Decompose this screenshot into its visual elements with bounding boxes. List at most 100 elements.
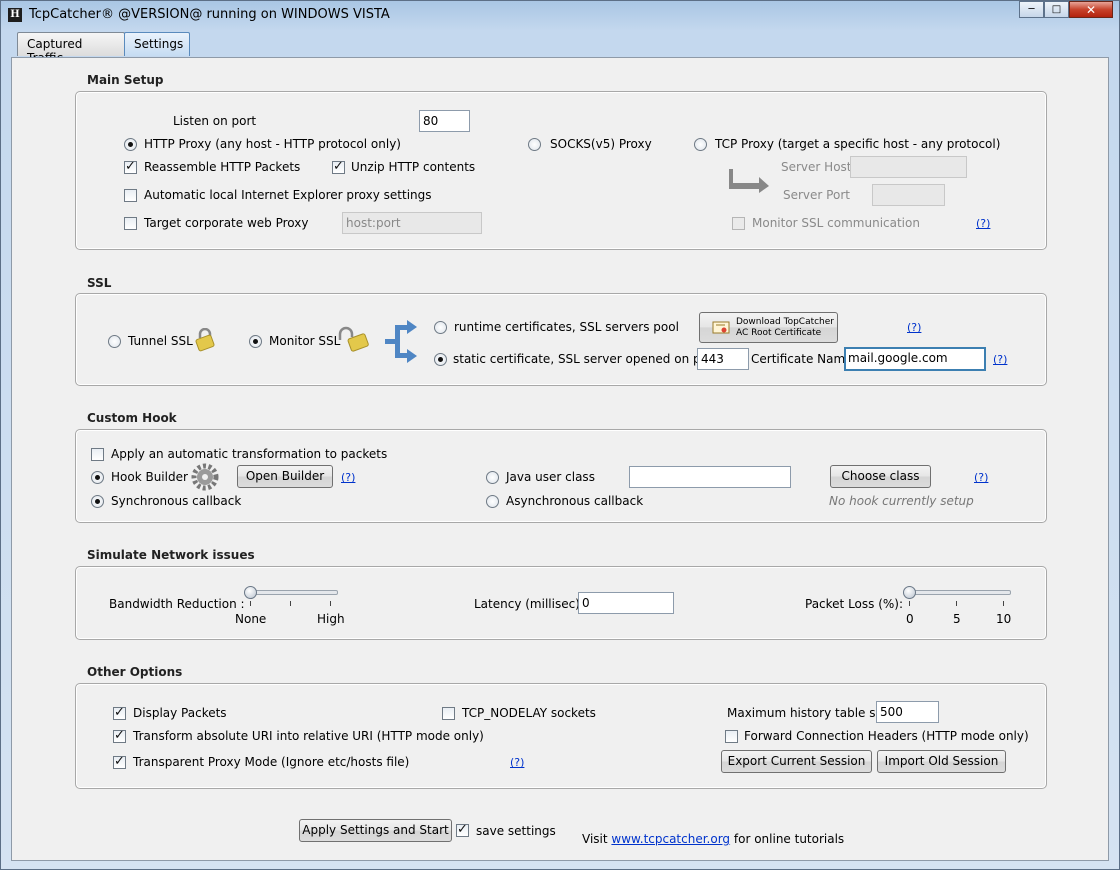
minimize-icon: ─ [1028, 4, 1035, 15]
tab-settings[interactable]: Settings [124, 32, 190, 56]
tab-captured-traffic[interactable]: Captured Traffic [17, 32, 125, 65]
target-proxy-checkbox[interactable] [124, 217, 137, 230]
display-packets-label: Display Packets [133, 706, 227, 720]
transform-uri-checkbox[interactable] [113, 728, 126, 743]
download-cert-line2: AC Root Certificate [736, 328, 822, 338]
bandwidth-slider[interactable] [246, 590, 338, 595]
hook-builder-help-link[interactable]: (?) [341, 471, 355, 484]
download-cert-button[interactable]: Download TopCatcher AC Root Certificate [699, 312, 838, 343]
import-session-button[interactable]: Import Old Session [877, 750, 1006, 773]
apply-settings-button[interactable]: Apply Settings and Start [299, 819, 452, 842]
static-cert-radio[interactable] [434, 353, 447, 366]
window-title: TcpCatcher® @VERSION@ running on WINDOWS… [29, 7, 390, 22]
latency-input[interactable]: 0 [578, 592, 674, 614]
open-builder-button[interactable]: Open Builder [237, 465, 333, 488]
visit-prefix: Visit [582, 832, 608, 846]
sync-callback-radio[interactable] [91, 495, 104, 508]
packet-loss-tick-label: 5 [953, 612, 961, 626]
java-class-help-link[interactable]: (?) [974, 471, 988, 484]
transparent-proxy-label: Transparent Proxy Mode (Ignore etc/hosts… [133, 755, 410, 769]
transparent-proxy-help-link[interactable]: (?) [510, 756, 524, 769]
save-settings-label: save settings [476, 824, 556, 838]
packet-loss-tick [909, 601, 910, 606]
monitor-ssl-comm-checkbox[interactable] [732, 217, 745, 230]
forward-headers-checkbox[interactable] [725, 730, 738, 743]
bandwidth-tick [290, 601, 291, 606]
bandwidth-label: Bandwidth Reduction : [109, 597, 245, 611]
arrow-right-icon [729, 169, 769, 193]
minimize-button[interactable]: ─ [1019, 1, 1044, 18]
tunnel-ssl-radio[interactable] [108, 335, 121, 348]
server-host-label: Server Host [781, 160, 852, 174]
http-proxy-radio[interactable] [124, 138, 137, 151]
maximize-icon: □ [1051, 4, 1062, 15]
packet-loss-slider-thumb[interactable] [903, 586, 916, 599]
certificate-icon [712, 321, 730, 334]
close-button[interactable]: ✕ [1069, 1, 1113, 18]
export-session-button[interactable]: Export Current Session [721, 750, 872, 773]
runtime-cert-label: runtime certificates, SSL servers pool [454, 320, 679, 334]
static-cert-label: static certificate, SSL server opened on… [453, 352, 722, 366]
lock-open-icon [338, 326, 369, 352]
visit-text: Visit www.tcpcatcher.org for online tuto… [582, 832, 844, 846]
ssl-runtime-help-link[interactable]: (?) [907, 321, 921, 334]
socks-proxy-label: SOCKS(v5) Proxy [550, 137, 652, 151]
target-proxy-input[interactable]: host:port [342, 212, 482, 234]
java-user-class-input[interactable] [629, 466, 791, 488]
main-setup-title: Main Setup [87, 73, 164, 87]
async-callback-radio[interactable] [486, 495, 499, 508]
ssl-cert-help-link[interactable]: (?) [993, 353, 1007, 366]
packet-loss-tick-label: 0 [906, 612, 914, 626]
server-host-input[interactable] [850, 156, 967, 178]
server-port-input[interactable] [872, 184, 945, 206]
auto-ie-label: Automatic local Internet Explorer proxy … [144, 188, 432, 202]
monitor-ssl-radio[interactable] [249, 335, 262, 348]
runtime-cert-radio[interactable] [434, 321, 447, 334]
other-options-title: Other Options [87, 665, 183, 679]
maximize-button[interactable]: □ [1044, 1, 1069, 18]
bandwidth-max-label: High [317, 612, 345, 626]
apply-transform-checkbox[interactable] [91, 448, 104, 461]
custom-hook-title: Custom Hook [87, 411, 177, 425]
reassemble-label: Reassemble HTTP Packets [144, 160, 301, 174]
unzip-label: Unzip HTTP contents [351, 160, 476, 174]
tcp-nodelay-label: TCP_NODELAY sockets [462, 706, 596, 720]
max-history-label: Maximum history table size [727, 706, 893, 720]
tcp-proxy-radio[interactable] [694, 138, 707, 151]
visit-suffix: for online tutorials [733, 832, 845, 846]
java-user-class-label: Java user class [506, 470, 595, 484]
app-icon: H [8, 8, 22, 22]
lock-closed-icon [195, 328, 215, 352]
auto-ie-checkbox[interactable] [124, 189, 137, 202]
display-packets-checkbox[interactable] [113, 705, 126, 720]
transparent-proxy-checkbox[interactable] [113, 754, 126, 769]
packet-loss-tick [1003, 601, 1004, 606]
save-settings-checkbox[interactable] [456, 822, 469, 837]
choose-class-button[interactable]: Choose class [830, 465, 931, 488]
ssl-group [75, 293, 1047, 386]
tcp-nodelay-checkbox[interactable] [442, 707, 455, 720]
tcp-proxy-label: TCP Proxy (target a specific host - any … [715, 137, 1001, 151]
reassemble-checkbox[interactable] [124, 159, 137, 174]
title-bar[interactable]: H TcpCatcher® @VERSION@ running on WINDO… [1, 1, 1119, 29]
no-hook-status: No hook currently setup [829, 494, 974, 508]
socks-proxy-radio[interactable] [528, 138, 541, 151]
monitor-ssl-label: Monitor SSL [269, 334, 341, 348]
cert-name-input[interactable]: mail.google.com [844, 347, 986, 371]
listen-port-label: Listen on port [173, 114, 257, 128]
max-history-input[interactable]: 500 [876, 701, 939, 723]
bandwidth-min-label: None [235, 612, 267, 626]
ssl-port-input[interactable]: 443 [697, 348, 749, 370]
target-proxy-label: Target corporate web Proxy [144, 216, 309, 230]
latency-label: Latency (millisec): [474, 597, 584, 611]
java-user-class-radio[interactable] [486, 471, 499, 484]
hook-builder-radio[interactable] [91, 471, 104, 484]
sync-callback-label: Synchronous callback [111, 494, 242, 508]
main-setup-help-link[interactable]: (?) [976, 217, 990, 230]
listen-port-input[interactable]: 80 [419, 110, 470, 132]
packet-loss-slider[interactable] [906, 590, 1011, 595]
bandwidth-tick [250, 601, 251, 606]
unzip-checkbox[interactable] [332, 159, 345, 174]
bandwidth-slider-thumb[interactable] [244, 586, 257, 599]
tcpcatcher-link[interactable]: www.tcpcatcher.org [611, 832, 730, 846]
